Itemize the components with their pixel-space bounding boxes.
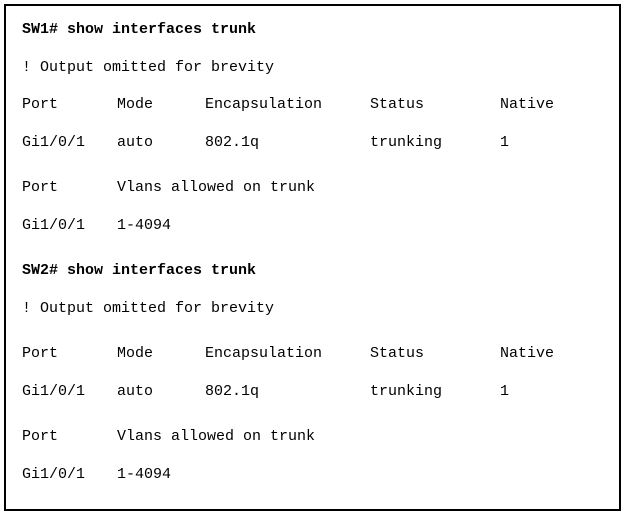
sw1-vlan-data-row: Gi1/0/1 1-4094 [22, 216, 603, 236]
value-port: Gi1/0/1 [22, 382, 117, 402]
value-port: Gi1/0/1 [22, 216, 117, 236]
header-status: Status [370, 344, 500, 364]
header-vlans: Vlans allowed on trunk [117, 178, 315, 198]
value-status: trunking [370, 382, 500, 402]
header-vlans: Vlans allowed on trunk [117, 427, 315, 447]
header-encap: Encapsulation [205, 95, 370, 115]
value-native: 1 [500, 133, 509, 153]
value-native: 1 [500, 382, 509, 402]
header-port: Port [22, 344, 117, 364]
value-status: trunking [370, 133, 500, 153]
header-port: Port [22, 427, 117, 447]
value-mode: auto [117, 133, 205, 153]
header-port: Port [22, 178, 117, 198]
header-native: Native [500, 344, 554, 364]
value-encap: 802.1q [205, 133, 370, 153]
sw1-trunk-header-row: Port Mode Encapsulation Status Native [22, 95, 603, 115]
value-vlans: 1-4094 [117, 216, 171, 236]
header-status: Status [370, 95, 500, 115]
header-port: Port [22, 95, 117, 115]
value-port: Gi1/0/1 [22, 465, 117, 485]
command-text: SW2# show interfaces trunk [22, 261, 256, 281]
sw2-vlan-data-row: Gi1/0/1 1-4094 [22, 465, 603, 485]
sw2-command-line: SW2# show interfaces trunk [22, 261, 603, 281]
header-native: Native [500, 95, 554, 115]
cli-output: SW1# show interfaces trunk ! Output omit… [4, 4, 621, 511]
omitted-text: ! Output omitted for brevity [22, 58, 274, 78]
sw1-vlan-header-row: Port Vlans allowed on trunk [22, 178, 603, 198]
value-port: Gi1/0/1 [22, 133, 117, 153]
value-vlans: 1-4094 [117, 465, 171, 485]
sw2-vlan-header-row: Port Vlans allowed on trunk [22, 427, 603, 447]
sw2-output-omitted: ! Output omitted for brevity [22, 299, 603, 319]
sw1-output-omitted: ! Output omitted for brevity [22, 58, 603, 78]
sw1-trunk-data-row: Gi1/0/1 auto 802.1q trunking 1 [22, 133, 603, 153]
omitted-text: ! Output omitted for brevity [22, 299, 274, 319]
value-encap: 802.1q [205, 382, 370, 402]
sw1-command-line: SW1# show interfaces trunk [22, 20, 603, 40]
header-encap: Encapsulation [205, 344, 370, 364]
header-mode: Mode [117, 95, 205, 115]
command-text: SW1# show interfaces trunk [22, 20, 256, 40]
sw2-trunk-data-row: Gi1/0/1 auto 802.1q trunking 1 [22, 382, 603, 402]
sw2-trunk-header-row: Port Mode Encapsulation Status Native [22, 344, 603, 364]
header-mode: Mode [117, 344, 205, 364]
value-mode: auto [117, 382, 205, 402]
